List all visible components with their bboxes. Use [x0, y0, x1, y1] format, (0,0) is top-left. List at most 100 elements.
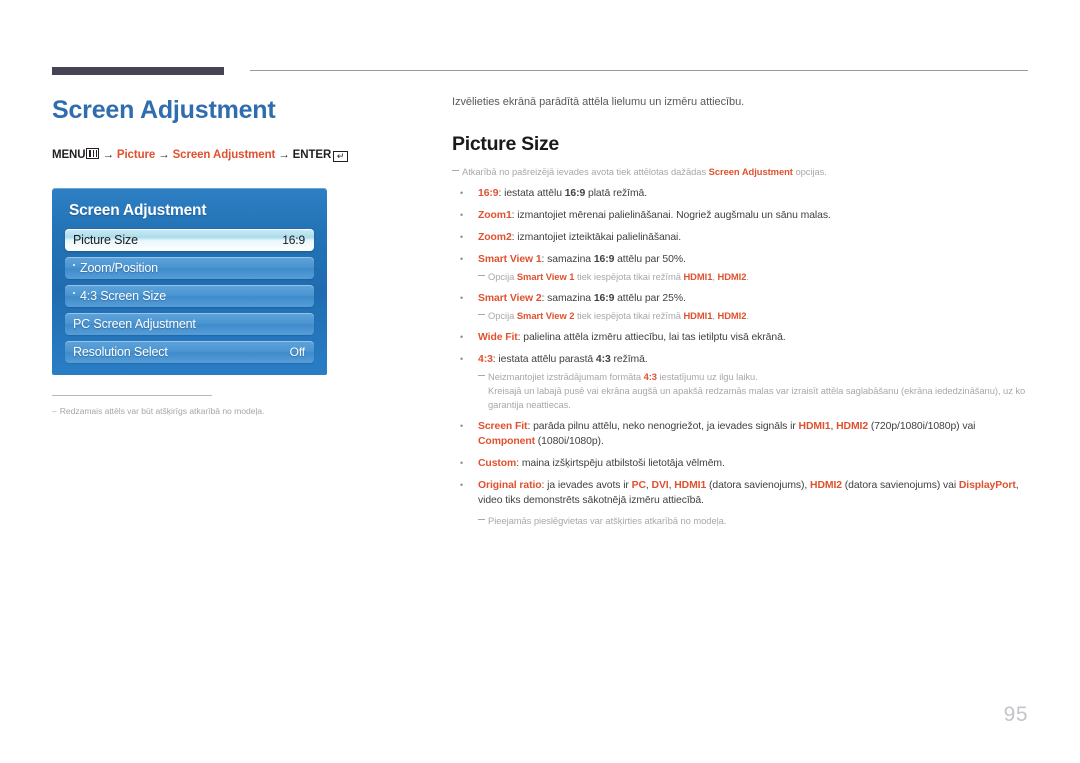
osd-row-pc-screen-adjustment[interactable]: PC Screen Adjustment: [65, 313, 314, 335]
osd-row-4-3-screen-size[interactable]: 4:3 Screen Size: [65, 285, 314, 307]
left-footnote: – Redzamais attēls var būt atšķirīgs atka…: [52, 405, 392, 418]
subnote-continuation: Kreisajā un labajā pusē vai ekrāna augšā…: [488, 385, 1026, 410]
subnote-accent-2: HDMI1: [683, 310, 713, 321]
option-desc-0: : iestata attēlu parastā: [492, 354, 596, 365]
menu-path-arrow-1: →: [102, 149, 114, 161]
option-desc-1: 4:3: [595, 354, 611, 365]
option-desc-4: (720p/1080i/1080p) vai: [868, 421, 976, 432]
left-footnote-divider: [52, 395, 212, 396]
list-item: 16:9: iestata attēlu 16:9 platā režīmā.: [452, 186, 1032, 201]
note-dash-icon: [478, 375, 485, 376]
left-column: Screen Adjustment MENU → Picture → Screen Ad…: [52, 95, 422, 162]
enter-key-icon: ↵: [333, 151, 349, 162]
osd-panel-title: Screen Adjustment: [69, 202, 207, 219]
lead-note-post: opcijas.: [792, 166, 827, 177]
menu-path-breadcrumb: MENU → Picture → Screen Adjustment → ENTER ↵: [52, 148, 422, 162]
intro-paragraph: Izvēlieties ekrānā parādītā attēla lielu…: [452, 96, 745, 108]
menu-path-item-screen-adjustment: Screen Adjustment: [172, 149, 276, 161]
list-item: Screen Fit: parāda pilnu attēlu, neko ne…: [452, 419, 1032, 449]
option-term: Zoom2: [478, 232, 512, 243]
osd-row-value: Off: [289, 345, 305, 359]
subnote-mid: iestatījumu uz ilgu laiku.: [656, 371, 758, 382]
osd-row-label: Zoom/Position: [80, 261, 158, 275]
list-item: Zoom1: izmantojiet mērenai palielināšana…: [452, 208, 1032, 223]
option-desc-3: DVI: [651, 480, 669, 491]
option-desc-2: attēlu par 25%.: [614, 293, 686, 304]
list-item: Wide Fit: palielina attēla izmēru attiec…: [452, 330, 1032, 345]
option-subnote: Opcija Smart View 1 tiek iespējota tikai…: [452, 270, 1032, 284]
osd-menu-panel: Screen Adjustment Picture Size 16:9 Zoom…: [52, 188, 327, 375]
lead-note: Atkarībā no pašreizējā ievades avota tie…: [452, 165, 1032, 179]
subnote-accent-2: HDMI1: [683, 271, 713, 282]
lead-note-accent: Screen Adjustment: [708, 166, 793, 177]
option-desc-1: 16:9: [564, 188, 586, 199]
footnote-dash: –: [52, 406, 57, 416]
option-desc-0: : ja ievades avots ir: [541, 480, 632, 491]
lead-note-pre: Atkarībā no pašreizējā ievades avota tie…: [462, 166, 709, 177]
option-desc-0: : maina izšķirtspēju atbilstoši lietotāj…: [516, 458, 725, 469]
option-desc-0: : izmantojiet mērenai palielināšanai. No…: [511, 210, 831, 221]
option-term: Zoom1: [478, 210, 512, 221]
header-divider-line: [250, 70, 1028, 71]
menu-path-item-picture: Picture: [116, 149, 156, 161]
picture-size-options-list: 16:9: iestata attēlu 16:9 platā režīmā. …: [452, 186, 1032, 508]
option-desc-8: (datora savienojums) vai: [841, 480, 959, 491]
note-dash-icon: [478, 275, 485, 276]
option-desc-0: : palielina attēla izmēru attiecību, lai…: [517, 332, 786, 343]
subnote-post: .: [746, 271, 749, 282]
option-desc-1: PC: [631, 480, 646, 491]
option-desc-1: 16:9: [593, 254, 615, 265]
option-desc-1: 16:9: [593, 293, 615, 304]
list-item: Zoom2: izmantojiet izteiktākai palielinā…: [452, 230, 1032, 245]
menu-path-menu-label: MENU: [52, 149, 86, 161]
option-desc-0: : samazina: [541, 254, 594, 265]
osd-row-picture-size[interactable]: Picture Size 16:9: [65, 229, 314, 251]
option-desc-5: HDMI1: [674, 480, 707, 491]
option-term: Screen Fit: [478, 421, 528, 432]
list-item: Custom: maina izšķirtspēju atbilstoši li…: [452, 456, 1032, 471]
subnote-accent-3: HDMI2: [717, 310, 747, 321]
option-desc-0: : iestata attēlu: [498, 188, 565, 199]
option-desc-0: : parāda pilnu attēlu, neko nenogriežot,…: [527, 421, 799, 432]
option-term: Smart View 1: [478, 254, 542, 265]
footnote-text: Redzamais attēls var būt atšķirīgs atkar…: [59, 406, 265, 416]
osd-row-label: 4:3 Screen Size: [80, 289, 166, 303]
section-title: Picture Size: [452, 133, 559, 155]
osd-row-zoom-position[interactable]: Zoom/Position: [65, 257, 314, 279]
subnote-pre: Neizmantojiet izstrādājumam formāta: [488, 371, 644, 382]
menu-path-arrow-2: →: [158, 149, 170, 161]
option-desc-3: HDMI2: [836, 421, 869, 432]
subnote-pre: Opcija: [488, 271, 517, 282]
option-term: Custom: [478, 458, 517, 469]
osd-row-resolution-select[interactable]: Resolution Select Off: [65, 341, 314, 363]
subnote-accent: 4:3: [643, 371, 657, 382]
option-desc-0: : samazina: [541, 293, 594, 304]
menu-grid-icon: [86, 148, 100, 159]
menu-path-arrow-3: →: [278, 149, 290, 161]
right-column: Izvēlieties ekrānā parādītā attēla lielu…: [452, 95, 1032, 528]
option-term: Smart View 2: [478, 293, 542, 304]
list-item: 4:3: iestata attēlu parastā 4:3 režīmā.: [452, 352, 1032, 367]
osd-row-label: PC Screen Adjustment: [73, 317, 196, 331]
osd-row-label: Picture Size: [73, 233, 138, 247]
final-note: Pieejamās pieslēgvietas var atšķirties a…: [452, 514, 1032, 528]
option-desc-2: režīmā.: [610, 354, 648, 365]
list-item: Smart View 1: samazina 16:9 attēlu par 5…: [452, 252, 1032, 267]
osd-row-label: Resolution Select: [73, 345, 168, 359]
note-dash-icon: [452, 170, 459, 171]
option-desc-2: platā režīmā.: [585, 188, 648, 199]
option-term: 4:3: [478, 354, 493, 365]
option-desc-5: Component: [478, 436, 535, 447]
option-desc-2: attēlu par 50%.: [614, 254, 686, 265]
bullet-dot-icon: [73, 264, 75, 266]
final-note-text: Pieejamās pieslēgvietas var atšķirties a…: [488, 515, 727, 526]
option-subnote: Opcija Smart View 2 tiek iespējota tikai…: [452, 309, 1032, 323]
note-dash-icon: [478, 519, 485, 520]
option-desc-1: HDMI1: [798, 421, 831, 432]
list-item-note-wrapper: Neizmantojiet izstrādājumam formāta 4:3 …: [452, 370, 1032, 412]
subnote-accent-3: HDMI2: [717, 271, 747, 282]
option-term: Original ratio: [478, 480, 542, 491]
option-desc-6: (1080i/1080p).: [535, 436, 604, 447]
note-dash-icon: [478, 314, 485, 315]
option-desc-0: : izmantojiet izteiktākai palielināšanai…: [511, 232, 682, 243]
